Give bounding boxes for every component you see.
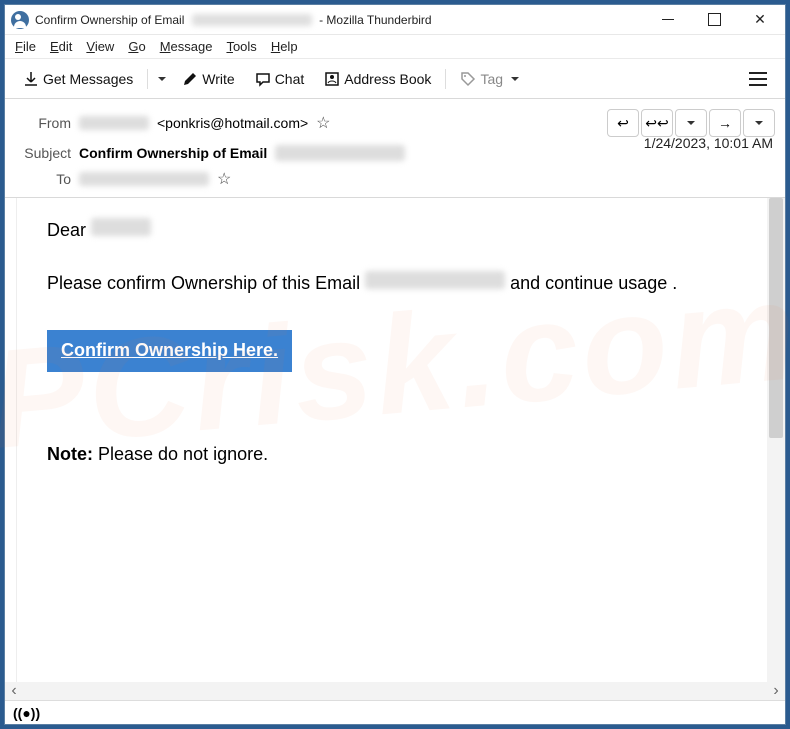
note-line: Note: Please do not ignore. [47,442,737,467]
menu-help[interactable]: Help [271,39,298,54]
status-bar: ((●)) [5,700,785,724]
redacted-blur [365,271,505,289]
redacted-blur [79,172,209,186]
get-messages-dropdown[interactable] [154,71,170,87]
star-icon[interactable]: ☆ [316,113,330,133]
reply-dropdown[interactable] [675,109,707,137]
menu-bar: File Edit View Go Message Tools Help [5,35,785,59]
reply-button[interactable]: ↩ [607,109,639,137]
menu-edit[interactable]: Edit [50,39,72,54]
forward-button[interactable]: → [709,109,741,137]
redacted-blur [192,14,312,26]
menu-file[interactable]: File [15,39,36,54]
thunderbird-icon [11,11,29,29]
window-title: Confirm Ownership of Email - Mozilla Thu… [35,13,432,27]
tag-button[interactable]: Tag [452,67,531,91]
menu-go[interactable]: Go [128,39,145,54]
forward-dropdown[interactable] [743,109,775,137]
redacted-blur [275,145,405,161]
menu-view[interactable]: View [86,39,114,54]
greeting-line: Dear [47,218,737,243]
redacted-blur [79,116,149,130]
horizontal-scrollbar[interactable]: ‹ › [5,682,785,700]
get-messages-button[interactable]: Get Messages [15,67,141,91]
connection-icon: ((●)) [13,705,40,721]
menu-message[interactable]: Message [160,39,213,54]
app-menu-button[interactable] [741,68,775,90]
scroll-right-button[interactable]: › [767,682,785,700]
download-icon [23,71,39,87]
title-bar[interactable]: Confirm Ownership of Email - Mozilla Thu… [5,5,785,35]
to-label: To [15,171,71,187]
scrollbar-track[interactable] [23,684,767,698]
toolbar: Get Messages Write Chat Address Book Tag [5,59,785,99]
maximize-button[interactable] [691,5,737,35]
gutter [5,198,17,682]
minimize-button[interactable] [645,5,691,35]
menu-tools[interactable]: Tools [226,39,256,54]
message-headers: From <ponkris@hotmail.com> ☆ ↩ ↩↩ → Subj… [5,99,785,198]
scroll-left-button[interactable]: ‹ [5,682,23,700]
from-label: From [15,115,71,131]
message-body: Dear Please confirm Ownership of this Em… [17,198,767,682]
address-book-icon [324,71,340,87]
subject-text: Confirm Ownership of Email [79,145,267,161]
message-nav: ↩ ↩↩ → [607,109,775,137]
scrollbar-thumb[interactable] [769,198,783,438]
hamburger-icon [749,72,767,86]
reply-all-button[interactable]: ↩↩ [641,109,673,137]
subject-label: Subject [15,145,71,161]
close-button[interactable] [737,5,783,35]
tag-icon [460,71,476,87]
app-window: Confirm Ownership of Email - Mozilla Thu… [4,4,786,725]
address-book-button[interactable]: Address Book [316,67,439,91]
chevron-down-icon [507,71,523,87]
from-email[interactable]: <ponkris@hotmail.com> [157,115,308,131]
write-button[interactable]: Write [174,67,242,91]
redacted-blur [91,218,151,236]
body-line-1: Please confirm Ownership of this Email a… [47,271,737,296]
message-body-pane: Dear Please confirm Ownership of this Em… [5,198,785,682]
chat-icon [255,71,271,87]
chat-button[interactable]: Chat [247,67,313,91]
confirm-ownership-link[interactable]: Confirm Ownership Here. [47,330,292,371]
pencil-icon [182,71,198,87]
star-icon[interactable]: ☆ [217,169,231,189]
vertical-scrollbar[interactable] [767,198,785,682]
message-date: 1/24/2023, 10:01 AM [644,135,773,151]
